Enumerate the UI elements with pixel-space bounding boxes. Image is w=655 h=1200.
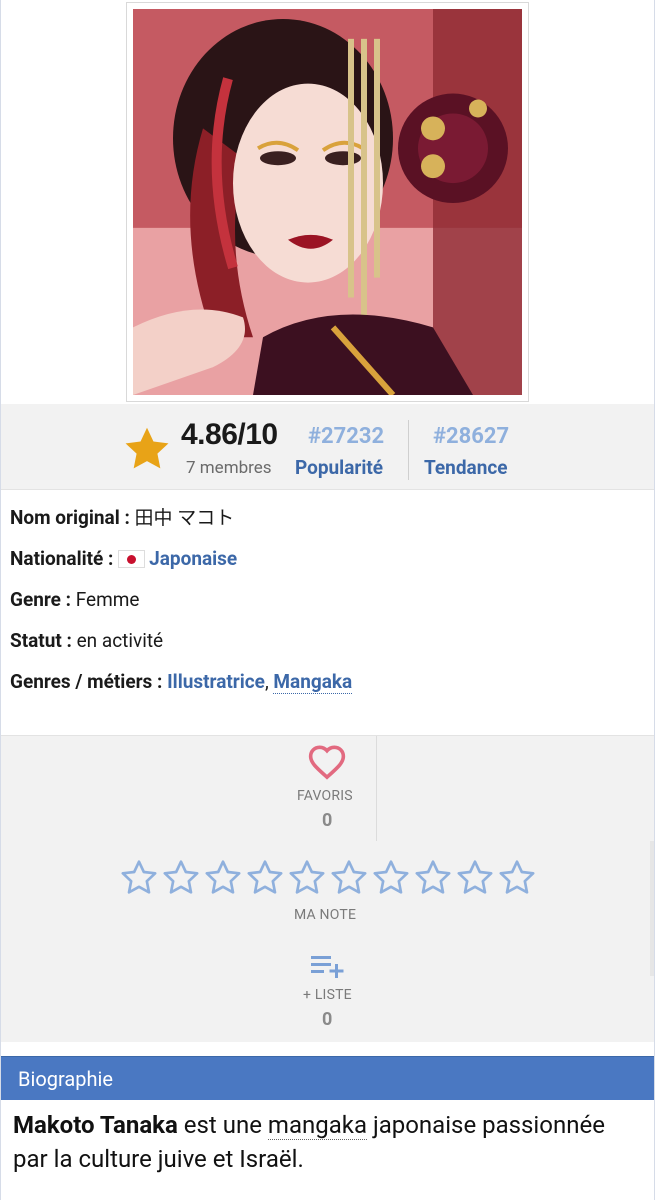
user-actions-panel: FAVORIS 0 MA NOTE + LISTE 0 [1, 735, 654, 1042]
my-rating-label: MA NOTE [294, 907, 357, 923]
rating-star-6-icon[interactable] [328, 858, 370, 898]
info-gender: Genre : Femme [10, 587, 650, 628]
portrait-illustration [133, 9, 522, 395]
jobs-label: Genres / métiers : [10, 670, 163, 693]
favorites-count: 0 [322, 810, 333, 831]
jobs-separator: , [264, 670, 269, 693]
trend-label[interactable]: Tendance [424, 456, 508, 479]
biography-title: Biographie [18, 1067, 113, 1091]
trend-rank[interactable]: #28627 [433, 424, 509, 449]
job-link-illustratrice[interactable]: Illustratrice [167, 670, 265, 693]
rating-star-9-icon[interactable] [454, 858, 496, 898]
status-value: en activité [76, 629, 164, 652]
member-count: 7 membres [186, 458, 272, 478]
biography-text: Makoto Tanaka est une mangaka japonaise … [13, 1108, 643, 1176]
info-status: Statut : en activité [10, 628, 650, 669]
favorites-label: FAVORIS [297, 788, 353, 804]
heart-icon[interactable] [307, 744, 347, 780]
playlist-add-icon[interactable] [311, 954, 347, 978]
biography-text-a: est une [177, 1111, 268, 1139]
original-name-value: 田中 マコト [134, 506, 235, 529]
status-label: Statut : [10, 629, 72, 652]
rating-summary: 4.86/10 7 membres #27232 Popularité #286… [1, 404, 654, 490]
nationality-label: Nationalité : [10, 547, 114, 570]
info-list: Nom original : 田中 マコト Nationalité : Japo… [10, 505, 650, 710]
popularity-rank[interactable]: #27232 [308, 424, 384, 449]
rating-star-4-icon[interactable] [244, 858, 286, 898]
job-link-mangaka[interactable]: Mangaka [273, 670, 353, 694]
japan-flag-icon [118, 550, 146, 568]
rating-star-3-icon[interactable] [202, 858, 244, 898]
rating-star-2-icon[interactable] [160, 858, 202, 898]
nationality-link[interactable]: Japonaise [149, 547, 237, 570]
gender-value: Femme [75, 588, 140, 611]
original-name-label: Nom original : [10, 506, 130, 529]
info-jobs: Genres / métiers : Illustratrice, Mangak… [10, 669, 650, 710]
rating-star-5-icon[interactable] [286, 858, 328, 898]
popularity-label[interactable]: Popularité [295, 456, 383, 479]
my-rating-stars[interactable] [118, 858, 538, 898]
rank-divider [408, 420, 409, 480]
add-list-label[interactable]: + LISTE [303, 987, 352, 1003]
section-gap [1, 1043, 654, 1056]
biography-link-mangaka[interactable]: mangaka [267, 1111, 367, 1140]
profile-photo[interactable] [126, 2, 529, 402]
rating-star-10-icon[interactable] [496, 858, 538, 898]
list-count: 0 [322, 1009, 333, 1030]
gender-label: Genre : [10, 588, 71, 611]
profile-photo-image [133, 9, 522, 395]
rating-star-1-icon[interactable] [118, 858, 160, 898]
rating-star-7-icon[interactable] [370, 858, 412, 898]
rating-star-8-icon[interactable] [412, 858, 454, 898]
biography-name: Makoto Tanaka [13, 1111, 178, 1139]
biography-header: Biographie [1, 1056, 654, 1100]
panel-edge [650, 841, 654, 976]
average-score: 4.86/10 [181, 418, 278, 451]
star-icon [125, 427, 169, 469]
info-original-name: Nom original : 田中 マコト [10, 505, 650, 546]
info-nationality: Nationalité : Japonaise [10, 546, 650, 587]
